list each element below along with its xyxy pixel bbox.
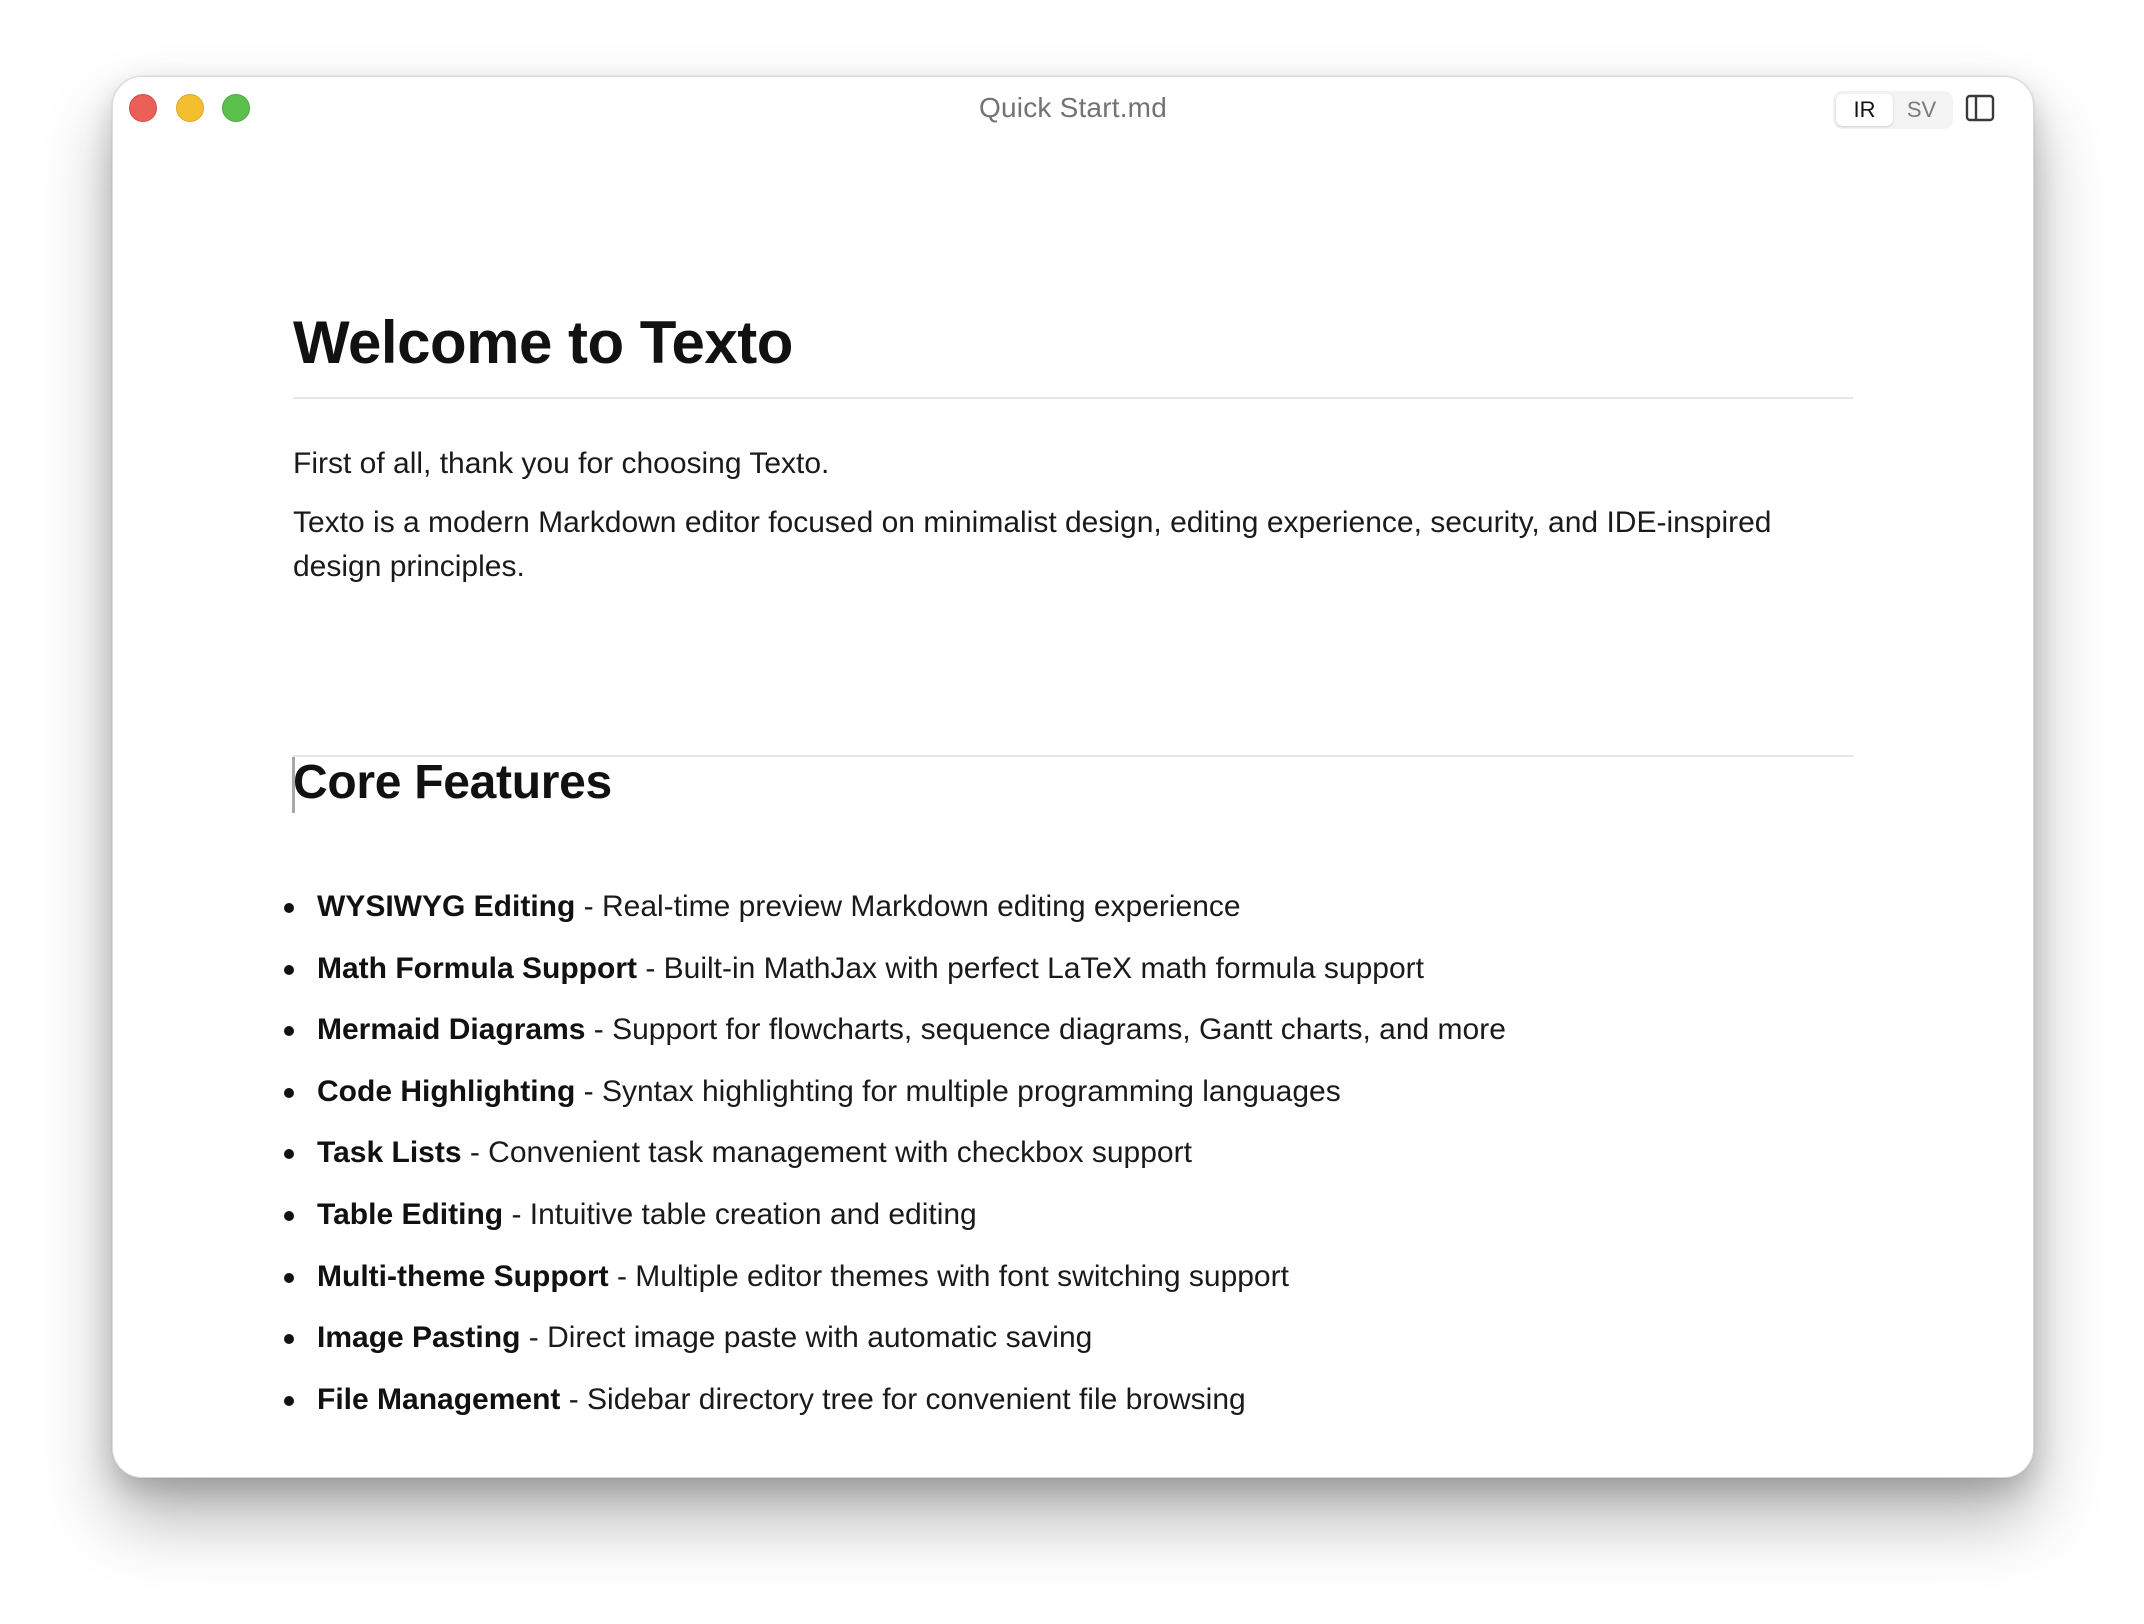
- bullet-icon: [284, 1334, 294, 1345]
- feature-description: - Real-time preview Markdown editing exp…: [575, 890, 1241, 923]
- bullet-icon: [284, 1026, 294, 1037]
- bullet-icon: [284, 1087, 294, 1098]
- list-item: WYSIWYG Editing - Real-time preview Mark…: [284, 885, 1506, 947]
- list-item: Table Editing - Intuitive table creation…: [284, 1193, 1506, 1255]
- heading-2-divider-placeholder: [293, 755, 1853, 757]
- sidebar-panel-icon[interactable]: [1965, 94, 1995, 122]
- feature-name: Mermaid Diagrams: [317, 1013, 586, 1047]
- document-heading-2: Core Features: [293, 756, 612, 809]
- feature-name: Code Highlighting: [317, 1074, 576, 1108]
- feature-list: WYSIWYG Editing - Real-time preview Mark…: [284, 885, 1506, 1440]
- bullet-icon: [284, 1210, 294, 1221]
- feature-description: - Sidebar directory tree for convenient …: [560, 1382, 1246, 1416]
- bullet-icon: [284, 964, 294, 975]
- feature-name: WYSIWYG Editing: [317, 890, 576, 923]
- intro-paragraph: First of all, thank you for choosing Tex…: [293, 447, 830, 480]
- feature-name: Math Formula Support: [317, 951, 637, 985]
- editor-mode-switch: IR SV: [1833, 91, 1953, 129]
- feature-name: File Management: [317, 1382, 561, 1416]
- feature-name: Multi-theme Support: [317, 1259, 609, 1293]
- feature-description: - Multiple editor themes with font switc…: [608, 1259, 1289, 1293]
- bullet-icon: [284, 1272, 294, 1283]
- title-bar: Quick Start.md IR SV: [113, 77, 2033, 141]
- bullet-icon: [284, 903, 294, 913]
- feature-description: - Convenient task management with checkb…: [461, 1136, 1192, 1170]
- mode-sv-button[interactable]: SV: [1893, 94, 1950, 126]
- feature-name: Image Pasting: [317, 1321, 521, 1355]
- feature-name: Table Editing: [317, 1197, 504, 1231]
- list-item: Mermaid Diagrams - Support for flowchart…: [284, 1008, 1506, 1070]
- feature-description: - Direct image paste with automatic savi…: [520, 1321, 1093, 1355]
- feature-description: - Intuitive table creation and editing: [503, 1197, 977, 1231]
- list-item: Image Pasting - Direct image paste with …: [284, 1316, 1506, 1378]
- list-item: Multi-theme Support - Multiple editor th…: [284, 1255, 1506, 1317]
- heading-1-divider: [293, 397, 1853, 399]
- list-item: Code Highlighting - Syntax highlighting …: [284, 1070, 1506, 1132]
- list-item: Task Lists - Convenient task management …: [284, 1131, 1506, 1193]
- document-heading-1: Welcome to Texto: [293, 309, 793, 376]
- bullet-icon: [284, 1395, 294, 1406]
- bullet-icon: [284, 1149, 294, 1160]
- mode-ir-button[interactable]: IR: [1836, 94, 1893, 126]
- feature-name: Task Lists: [317, 1136, 462, 1170]
- window-title: Quick Start.md: [979, 92, 1167, 123]
- feature-description: - Built-in MathJax with perfect LaTeX ma…: [636, 951, 1424, 985]
- description-paragraph: Texto is a modern Markdown editor focuse…: [293, 506, 1772, 583]
- list-item: Math Formula Support - Built-in MathJax …: [284, 947, 1506, 1009]
- editor-window: Quick Start.md IR SV Welcome to Texto Fi…: [112, 76, 2034, 1478]
- feature-description: - Syntax highlighting for multiple progr…: [575, 1074, 1341, 1108]
- feature-description: - Support for flowcharts, sequence diagr…: [585, 1013, 1506, 1047]
- list-item: File Management - Sidebar directory tree…: [284, 1378, 1506, 1440]
